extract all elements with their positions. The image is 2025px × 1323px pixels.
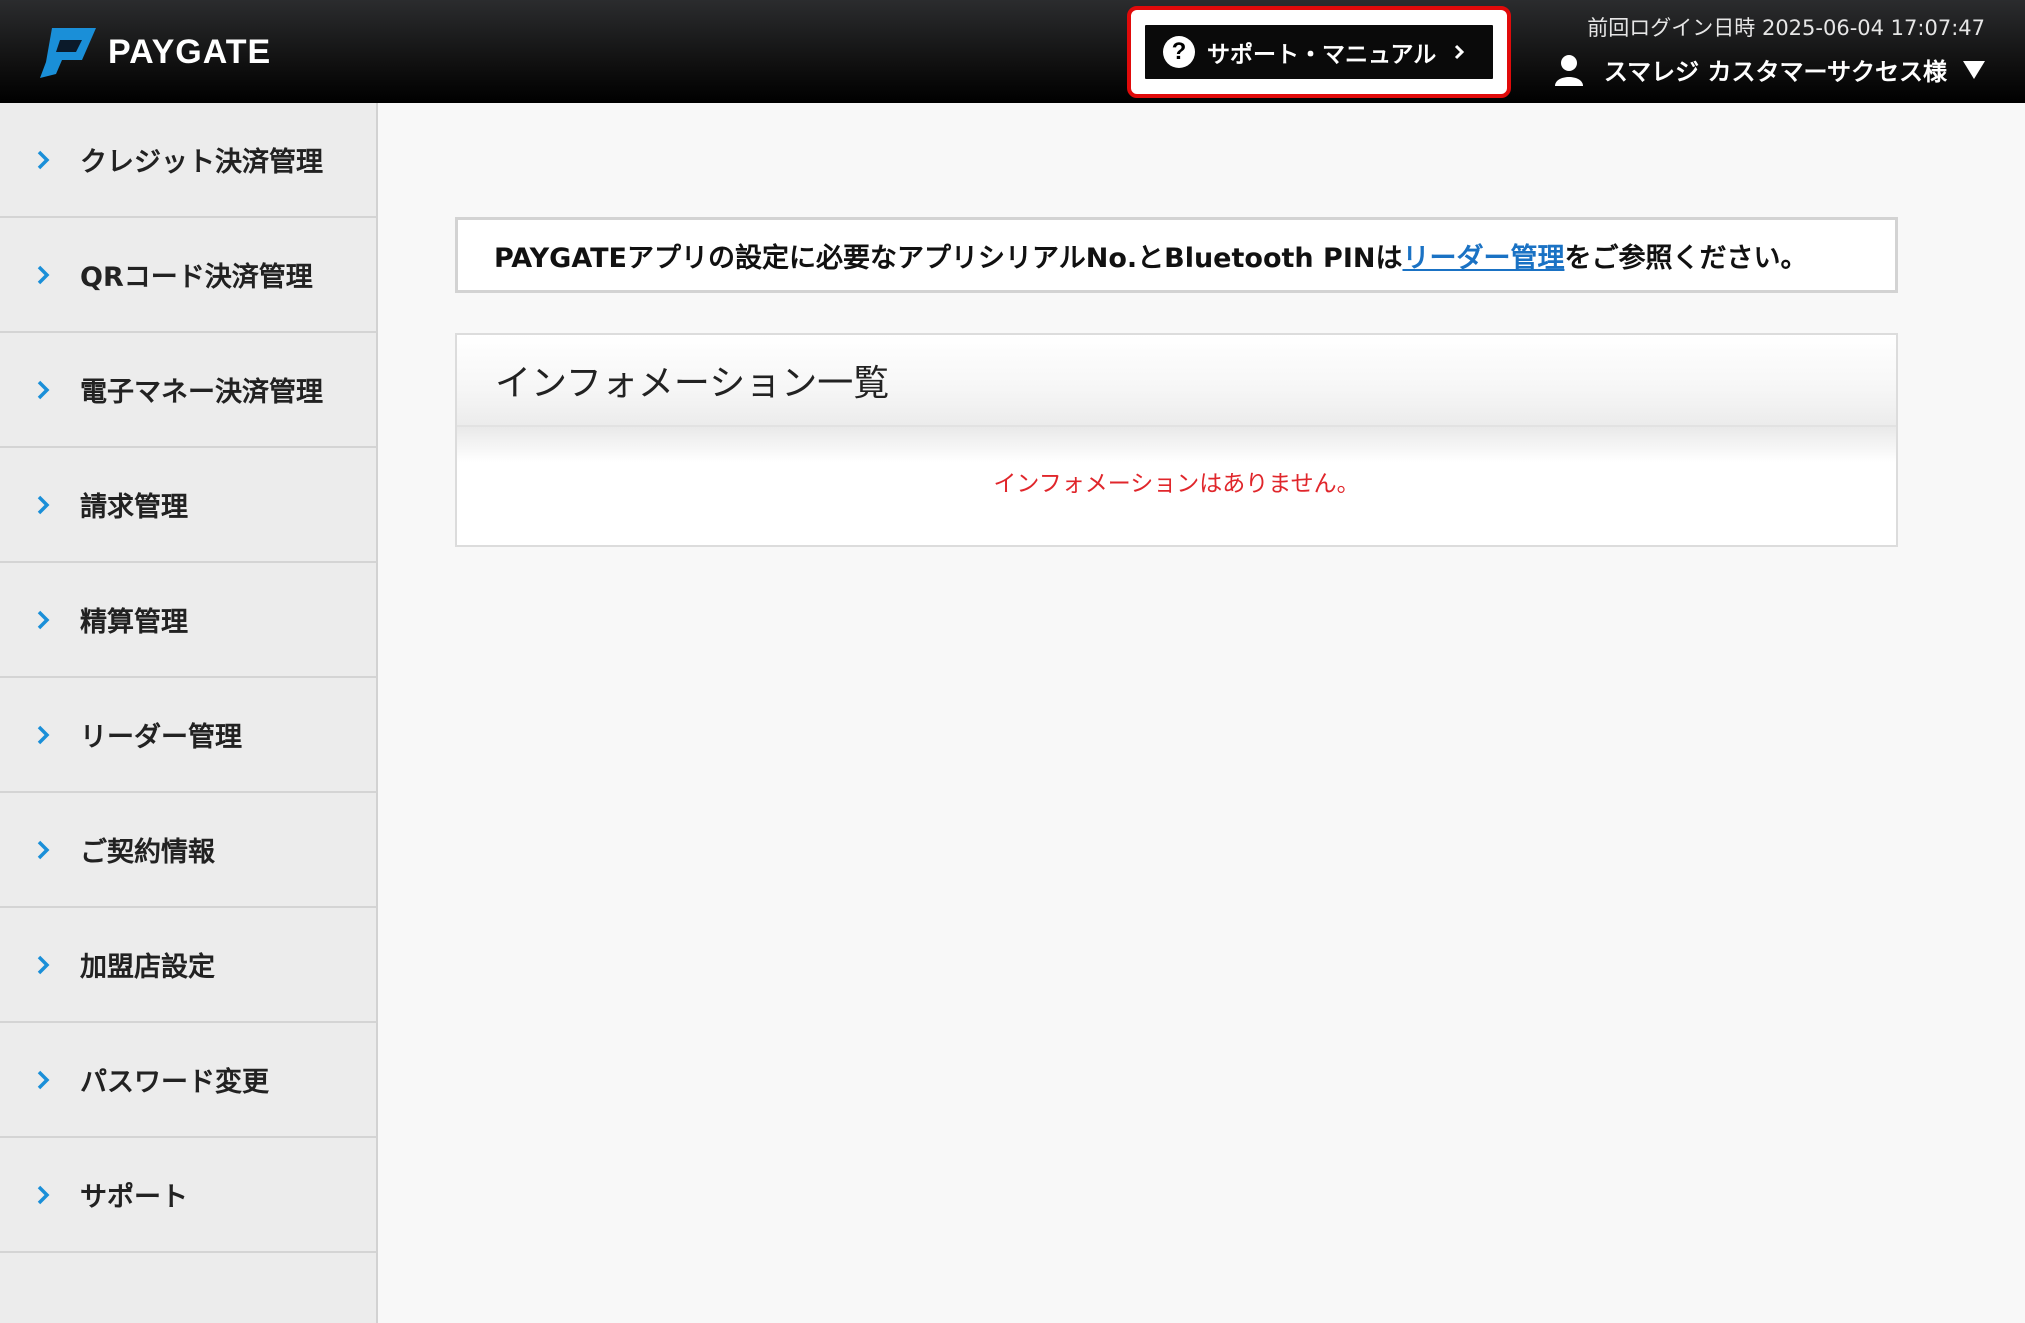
chevron-right-icon bbox=[37, 495, 50, 514]
empty-info-message: インフォメーションはありません。 bbox=[993, 471, 1360, 497]
chevron-right-icon bbox=[1455, 44, 1465, 60]
notice-box: PAYGATEアプリの設定に必要なアプリシリアルNo.とBluetooth PI… bbox=[455, 217, 1898, 293]
logo-text: PAYGATE bbox=[108, 32, 272, 71]
chevron-right-icon bbox=[37, 1070, 50, 1089]
chevron-right-icon bbox=[37, 380, 50, 399]
sidebar-item-label: 電子マネー決済管理 bbox=[80, 377, 323, 408]
reader-management-link[interactable]: リーダー管理 bbox=[1402, 236, 1564, 275]
question-icon: ? bbox=[1163, 36, 1195, 68]
user-name: スマレジ カスタマーサクセス様 bbox=[1603, 58, 1947, 86]
chevron-right-icon bbox=[37, 265, 50, 284]
sidebar-item-password[interactable]: パスワード変更 bbox=[0, 1023, 376, 1138]
support-button-label: サポート・マニュアル bbox=[1207, 42, 1437, 68]
chevron-right-icon bbox=[37, 725, 50, 744]
sidebar-item-merchant-settings[interactable]: 加盟店設定 bbox=[0, 908, 376, 1023]
info-panel: インフォメーション一覧 インフォメーションはありません。 bbox=[455, 333, 1898, 547]
sidebar-item-settlement[interactable]: 精算管理 bbox=[0, 563, 376, 678]
sidebar-item-label: パスワード変更 bbox=[80, 1067, 269, 1098]
chevron-right-icon bbox=[37, 840, 50, 859]
chevron-right-icon bbox=[37, 955, 50, 974]
info-panel-title: インフォメーション一覧 bbox=[457, 335, 1896, 427]
notice-text-after: をご参照ください。 bbox=[1564, 242, 1808, 274]
sidebar-item-label: 請求管理 bbox=[80, 492, 188, 523]
sidebar-item-billing[interactable]: 請求管理 bbox=[0, 448, 376, 563]
top-header: PAYGATE ? サポート・マニュアル 前回ログイン日時 2025-06-04… bbox=[0, 0, 2025, 103]
sidebar-item-qr[interactable]: QRコード決済管理 bbox=[0, 218, 376, 333]
paygate-logo-icon bbox=[40, 28, 96, 78]
sidebar-item-label: サポート bbox=[80, 1182, 188, 1213]
chevron-right-icon bbox=[37, 1185, 50, 1204]
user-icon bbox=[1554, 54, 1583, 86]
sidebar-item-credit[interactable]: クレジット決済管理 bbox=[0, 103, 376, 218]
chevron-right-icon bbox=[37, 150, 50, 169]
sidebar-item-label: ご契約情報 bbox=[80, 837, 215, 868]
sidebar-item-support[interactable]: サポート bbox=[0, 1138, 376, 1253]
sidebar-item-emoney[interactable]: 電子マネー決済管理 bbox=[0, 333, 376, 448]
sidebar-item-label: クレジット決済管理 bbox=[80, 147, 323, 178]
sidebar-item-contract[interactable]: ご契約情報 bbox=[0, 793, 376, 908]
sidebar-item-label: 加盟店設定 bbox=[80, 952, 215, 983]
info-panel-body: インフォメーションはありません。 bbox=[457, 427, 1896, 545]
caret-down-icon bbox=[1963, 60, 1985, 79]
sidebar-item-reader[interactable]: リーダー管理 bbox=[0, 678, 376, 793]
user-menu[interactable]: スマレジ カスタマーサクセス様 bbox=[1554, 52, 1985, 87]
chevron-right-icon bbox=[37, 610, 50, 629]
sidebar-item-label: 精算管理 bbox=[80, 607, 188, 638]
sidebar-item-label: QRコード決済管理 bbox=[80, 262, 313, 293]
paygate-logo[interactable]: PAYGATE bbox=[38, 24, 271, 80]
last-login-text: 前回ログイン日時 2025-06-04 17:07:47 bbox=[1587, 16, 1985, 40]
notice-text-before: PAYGATEアプリの設定に必要なアプリシリアルNo.とBluetooth PI… bbox=[494, 242, 1403, 274]
sidebar: クレジット決済管理 QRコード決済管理 電子マネー決済管理 請求管理 精算管理 … bbox=[0, 103, 378, 1323]
support-manual-button[interactable]: ? サポート・マニュアル bbox=[1143, 23, 1495, 81]
sidebar-item-label: リーダー管理 bbox=[80, 722, 242, 753]
